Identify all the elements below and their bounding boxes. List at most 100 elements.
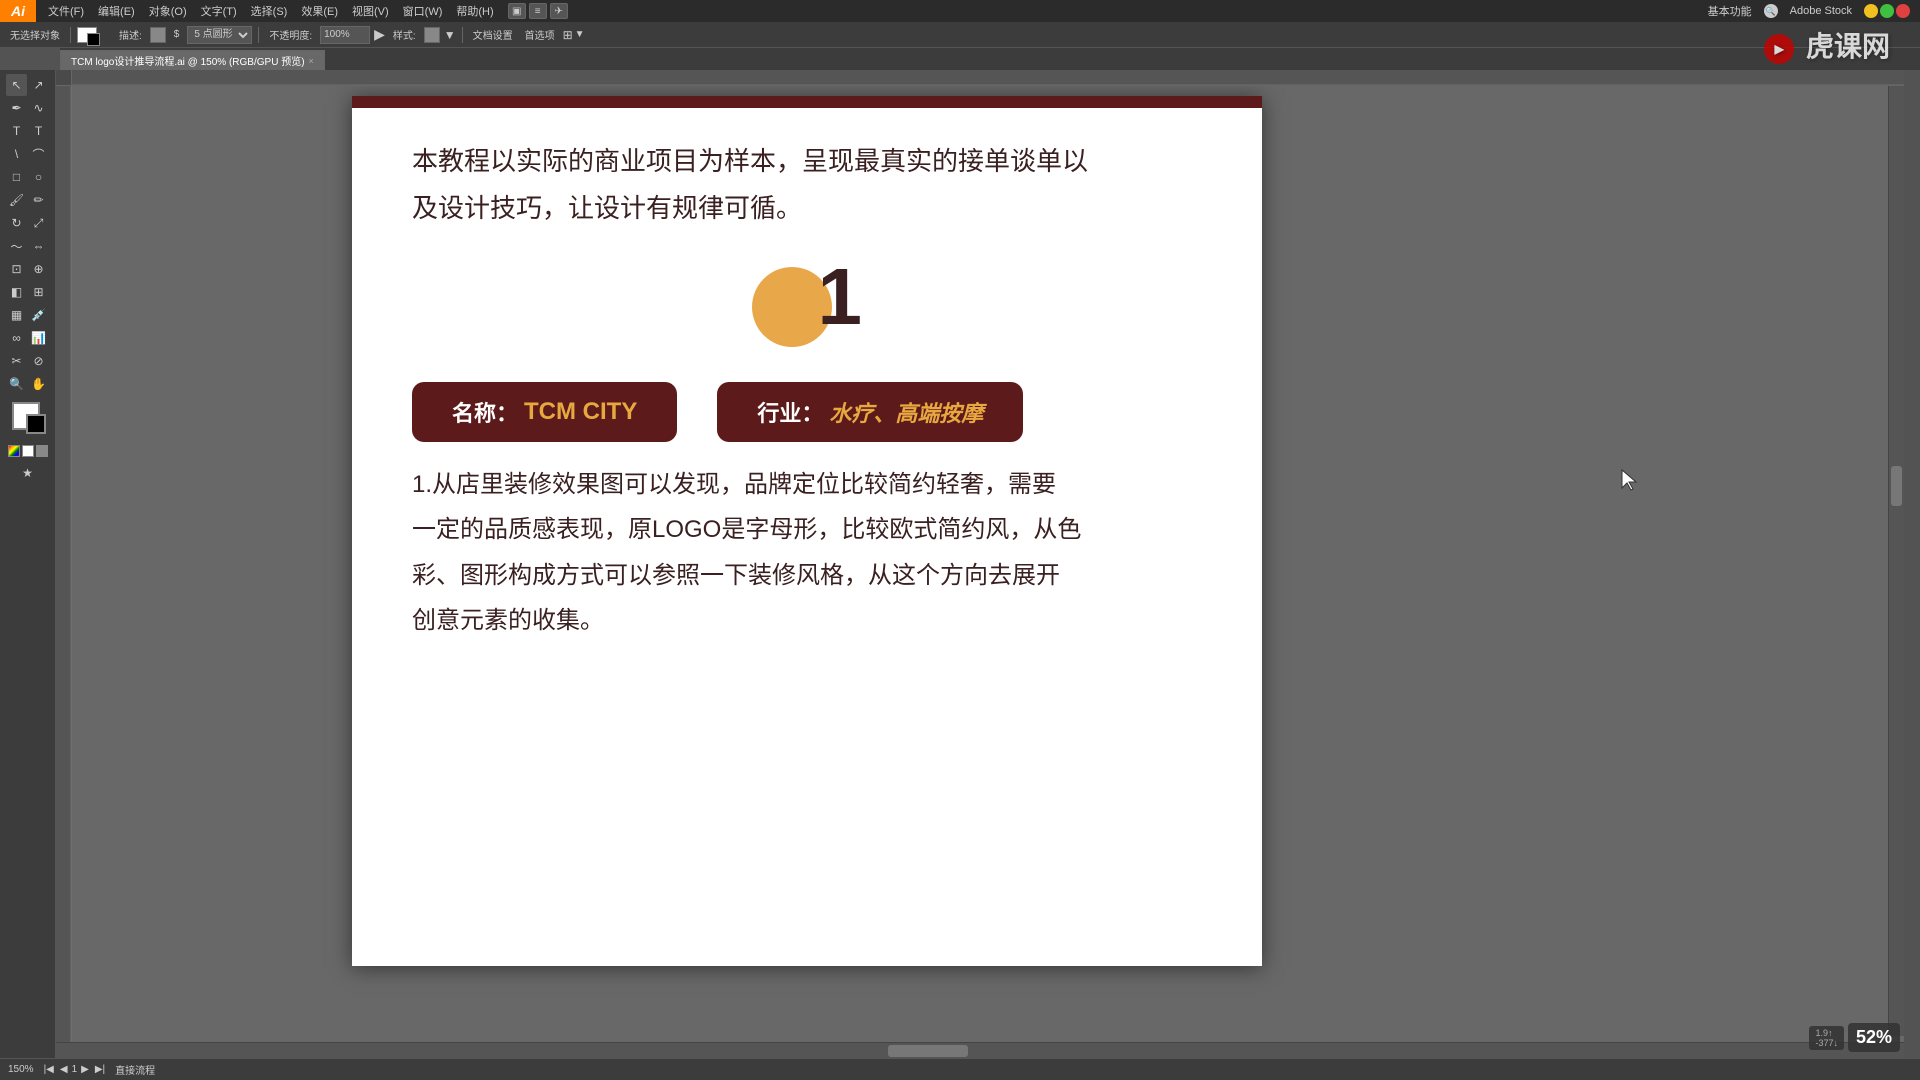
slice-tool[interactable]: ✂ [6,350,27,372]
symbol-sprayer-tool[interactable]: ★ [17,462,38,484]
menu-edit[interactable]: 编辑(E) [92,1,141,21]
color-swatch-area [6,402,50,438]
menu-window[interactable]: 窗口(W) [397,1,449,21]
watermark-icon: ▶ [1764,34,1794,64]
menu-object[interactable]: 对象(O) [143,1,193,21]
document-tab[interactable]: TCM logo设计推导流程.ai @ 150% (RGB/GPU 预览) × [60,50,325,70]
color-mode-icon[interactable] [8,445,20,457]
layout-dropdown[interactable]: ▼ [575,29,585,40]
gradient-tool[interactable]: ▦ [6,304,27,326]
scrollbar-thumb-right[interactable] [1891,466,1902,506]
scale-tool[interactable]: ⤢ [28,212,49,234]
selection-tool[interactable]: ↖ [6,74,27,96]
status-bar: 150% |◀ ◀ 1 ▶ ▶| 直接流程 [0,1058,1920,1080]
badge-industry-value: 水疗、高端按摩 [829,396,983,428]
scrollbar-thumb-bottom[interactable] [888,1045,968,1057]
toolbar-divider-1 [70,27,71,43]
stroke-swatch[interactable] [26,414,46,434]
menu-help[interactable]: 帮助(H) [450,1,499,21]
badges-row: 名称：TCM CITY 行业：水疗、高端按摩 [412,382,1202,442]
close-button[interactable] [1896,4,1910,18]
menu-view[interactable]: 视图(V) [346,1,395,21]
toolbar-divider-3 [462,27,463,43]
toolbar-icon-3[interactable]: ✈ [550,3,568,19]
blend-tool[interactable]: ∞ [6,327,27,349]
width-tool[interactable]: ⇔ [28,235,49,257]
page-current: 1 [72,1064,78,1075]
shaper-tool[interactable]: ⊕ [28,258,49,280]
intro-text: 本教程以实际的商业项目为样本，呈现最真实的接单谈单以 及设计技巧，让设计有规律可… [412,138,1202,232]
first-page-btn[interactable]: |◀ [42,1064,56,1075]
menu-type[interactable]: 文字(T) [195,1,243,21]
artboard-content: 本教程以实际的商业项目为样本，呈现最真实的接单谈单以 及设计技巧，让设计有规律可… [352,108,1262,674]
chart-tool[interactable]: 📊 [28,327,49,349]
free-transform-tool[interactable]: ⊡ [6,258,27,280]
opacity-input[interactable] [320,26,370,44]
section-number-container: 1 [752,262,862,352]
menu-select[interactable]: 选择(S) [245,1,294,21]
maximize-button[interactable] [1880,4,1894,18]
adobe-stock[interactable]: Adobe Stock [1784,3,1858,19]
none-icon[interactable] [22,445,34,457]
warp-tool[interactable]: 〜 [6,235,27,257]
direct-selection-tool[interactable]: ↗ [28,74,49,96]
stroke-preview[interactable] [150,27,166,43]
tab-filename: TCM logo设计推导流程.ai @ 150% (RGB/GPU 预览) [71,53,305,68]
page-nav-area: |◀ ◀ 1 ▶ ▶| [42,1064,108,1075]
tab-close-btn[interactable]: × [309,56,314,66]
vertical-type-tool[interactable]: T [28,120,49,142]
no-selection-label: 无选择对象 [6,26,64,43]
speed-up: 1.9↑ [1815,1028,1838,1038]
preferences-btn[interactable]: 首选项 [521,26,559,43]
eraser-tool[interactable]: ⊘ [28,350,49,372]
basic-function[interactable]: 基本功能 [1702,1,1758,21]
line-tool[interactable]: \ [6,143,27,165]
type-tool[interactable]: T [6,120,27,142]
menu-file[interactable]: 文件(F) [42,1,90,21]
perspective-tool[interactable]: ◧ [6,281,27,303]
black-icon[interactable] [36,445,48,457]
next-page-btn[interactable]: ▶ [79,1064,91,1075]
document-setup-btn[interactable]: 文档设置 [469,26,517,43]
artboard-top-bar [352,96,1262,108]
toolbar-icon-2[interactable]: ≡ [529,3,547,19]
prev-page-btn[interactable]: ◀ [58,1064,70,1075]
toolbar-divider-2 [258,27,259,43]
blob-brush-tool[interactable]: ✏ [28,189,49,211]
artboard-wrapper: 本教程以实际的商业项目为样本，呈现最真实的接单谈单以 及设计技巧，让设计有规律可… [72,86,1904,1042]
rotate-tool[interactable]: ↻ [6,212,27,234]
arc-tool[interactable]: ⌒ [28,143,49,165]
hand-tool[interactable]: ✋ [28,373,49,395]
menu-effect[interactable]: 效果(E) [295,1,344,21]
layout-icon: ⊞ [563,28,573,42]
eyedropper-tool[interactable]: 💉 [28,304,49,326]
mesh-tool[interactable]: ⊞ [28,281,49,303]
pen-tool[interactable]: ✒ [6,97,27,119]
badge-name-prefix: 名称： [452,396,518,428]
rect-tool[interactable]: □ [6,166,27,188]
section-number: 1 [818,257,863,337]
tab-bar: TCM logo设计推导流程.ai @ 150% (RGB/GPU 预览) × [60,48,1920,70]
style-preview[interactable] [424,27,440,43]
zoom-level[interactable]: 150% [8,1064,34,1075]
opacity-expand-icon[interactable]: ▶ [374,26,385,43]
paintbrush-tool[interactable]: 🖌 [6,189,27,211]
shape-select[interactable]: 5 点圆形 [187,26,252,44]
ai-logo: Ai [0,0,36,22]
percent-badge: 52% [1848,1023,1900,1052]
curvature-tool[interactable]: ∿ [28,97,49,119]
menu-bar: 文件(F) 编辑(E) 对象(O) 文字(T) 选择(S) 效果(E) 视图(V… [0,0,1920,22]
watermark: ▶ 虎课网 [1764,25,1890,65]
right-scrollbar[interactable] [1888,86,1904,1036]
style-dropdown-icon[interactable]: ▼ [444,28,456,42]
search-icon[interactable]: 🔍 [1764,4,1778,18]
fill-color[interactable] [77,27,97,43]
minimize-button[interactable] [1864,4,1878,18]
last-page-btn[interactable]: ▶| [93,1064,107,1075]
ellipse-tool[interactable]: ○ [28,166,49,188]
zoom-tool[interactable]: 🔍 [6,373,27,395]
speed-badge: 1.9↑ -377↓ [1809,1026,1844,1050]
bottom-scrollbar[interactable] [56,1042,1904,1058]
toolbar-icon-1[interactable]: ▣ [508,3,526,19]
ruler-corner [56,70,72,86]
